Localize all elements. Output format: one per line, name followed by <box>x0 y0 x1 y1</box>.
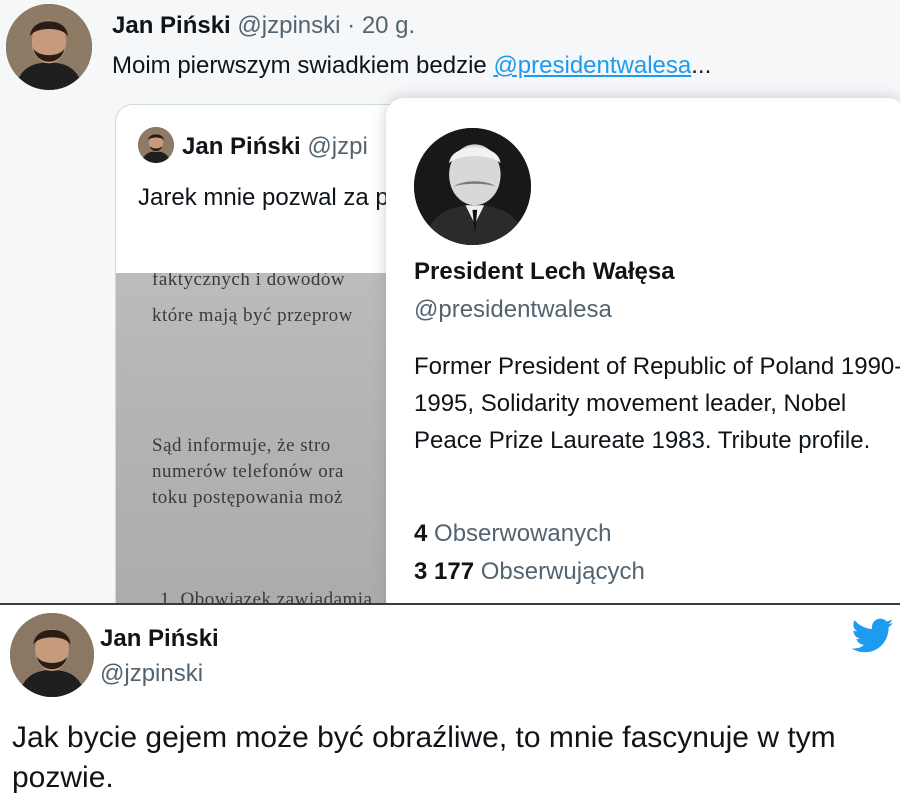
author-handle[interactable]: @jzpinski <box>237 12 340 39</box>
document-line: Sąd informuje, że stro <box>152 435 331 456</box>
tweet-text-suffix: ... <box>691 52 712 79</box>
tweet-header: Jan Piński @jzpinski · 20 g. <box>112 12 415 40</box>
person-avatar-icon <box>6 4 92 90</box>
quoted-author-name: Jan Piński <box>182 133 301 160</box>
person-avatar-icon <box>10 613 94 697</box>
quoted-author-handle: @jzpi <box>307 133 368 160</box>
twitter-bird-icon[interactable] <box>852 618 894 654</box>
divider <box>0 603 900 605</box>
document-line: które mają być przeprow <box>152 305 353 326</box>
followers-label: Obserwujących <box>480 558 645 585</box>
profile-avatar[interactable] <box>414 128 531 245</box>
document-line: numerów telefonów ora <box>152 461 344 482</box>
profile-hover-card: President Lech Wałęsa @presidentwalesa F… <box>386 98 900 604</box>
following-stat[interactable]: 4 Obserwowanych <box>414 520 611 548</box>
bottom-author-avatar[interactable] <box>10 613 94 697</box>
author-name[interactable]: Jan Piński <box>112 12 231 39</box>
mention-link[interactable]: @presidentwalesa <box>493 52 691 79</box>
followers-stat[interactable]: 3 177 Obserwujących <box>414 558 645 586</box>
bottom-tweet-text: Jak bycie gejem może być obraźliwe, to m… <box>12 721 836 794</box>
followers-count: 3 177 <box>414 558 475 585</box>
quoted-tweet-header: Jan Piński @jzpi <box>182 133 368 161</box>
following-label: Obserwowanych <box>434 520 612 547</box>
document-line: 1. Obowiązek zawiadamia <box>160 589 373 604</box>
following-count: 4 <box>414 520 428 547</box>
profile-handle[interactable]: @presidentwalesa <box>414 296 612 324</box>
quoted-screenshot: Jan Piński @jzpinski · 20 g. Moim pierws… <box>0 0 900 604</box>
profile-bio: Former President of Republic of Poland 1… <box>414 353 900 454</box>
profile-name[interactable]: President Lech Wałęsa <box>414 258 675 286</box>
tweet-text-prefix: Moim pierwszym swiadkiem bedzie <box>112 52 494 79</box>
tweet-text: Moim pierwszym swiadkiem bedzie @preside… <box>112 52 711 80</box>
person-avatar-icon <box>414 128 531 245</box>
document-line: toku postępowania moż <box>152 487 343 508</box>
tweet-time[interactable]: 20 g. <box>362 12 415 39</box>
quoted-author-avatar <box>138 127 174 163</box>
document-line: faktycznych i dowodów <box>152 273 346 290</box>
separator: · <box>347 12 356 39</box>
bottom-author-handle[interactable]: @jzpinski <box>100 660 203 688</box>
bottom-author-name[interactable]: Jan Piński <box>100 625 219 653</box>
person-avatar-icon <box>138 127 174 163</box>
author-avatar[interactable] <box>6 4 92 90</box>
